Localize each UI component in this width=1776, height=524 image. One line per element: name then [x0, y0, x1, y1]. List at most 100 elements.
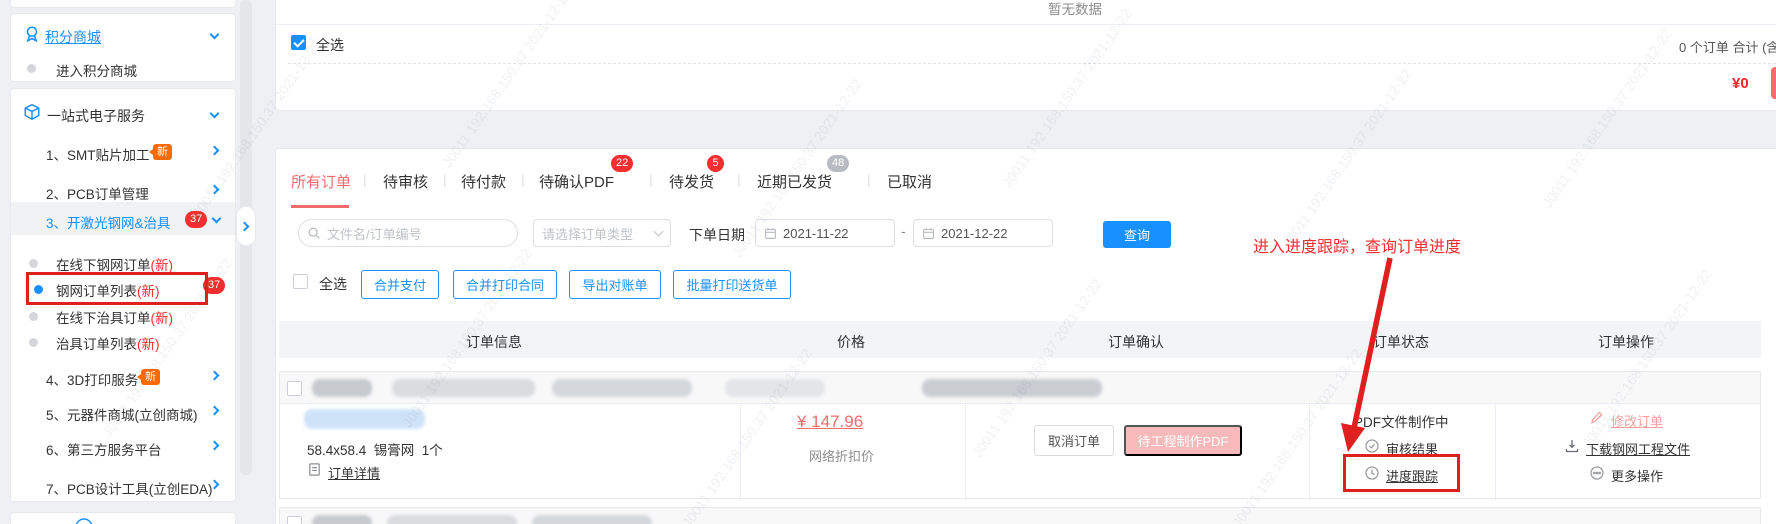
order-row-partial: [279, 507, 1761, 524]
new-badge: 新: [153, 144, 172, 160]
download-icon: [1564, 438, 1580, 454]
more-actions-link[interactable]: 更多操作: [1611, 466, 1663, 485]
box-icon: [23, 103, 41, 121]
sidebar-points-mall-title[interactable]: 积分商城: [45, 27, 101, 47]
annotation-red-box-progress: [1343, 454, 1460, 492]
redacted-order-info: [392, 379, 535, 397]
sidebar-item-enter-points-mall[interactable]: 进入积分商城: [56, 60, 137, 80]
date-filter-label: 下单日期: [689, 225, 745, 245]
bulk-select-all-checkbox[interactable]: [293, 274, 308, 289]
sidebar-item-3d-print[interactable]: 4、3D打印服务: [46, 369, 138, 389]
sidebar-services-title[interactable]: 一站式电子服务: [47, 106, 145, 126]
export-statement-button[interactable]: 导出对账单: [569, 270, 661, 299]
order-type-select[interactable]: 请选择订单类型: [533, 219, 671, 247]
tab-recently-shipped[interactable]: 近期已发货: [757, 171, 832, 192]
sidebar-item-third-party[interactable]: 6、第三方服务平台: [46, 439, 162, 459]
tab-all-orders[interactable]: 所有订单: [291, 171, 351, 192]
bullet-dot-icon: [29, 312, 38, 321]
divider-line: [276, 24, 1776, 25]
more-actions-icon: [1589, 465, 1605, 481]
sidebar-expander[interactable]: [236, 206, 256, 246]
search-placeholder: 文件名/订单编号: [327, 224, 422, 243]
redacted-order-info: [387, 515, 517, 524]
circle-check-icon: [1364, 438, 1380, 454]
redacted-order-info: [922, 379, 1102, 397]
sidebar-subitem-new-stencil-order[interactable]: 在线下钢网订单(新): [56, 254, 173, 274]
date-to-input[interactable]: 2021-12-22: [913, 219, 1053, 247]
chevron-right-icon[interactable]: [210, 185, 220, 195]
annotation-text: 进入进度跟踪，查询订单进度: [1253, 233, 1461, 257]
search-input[interactable]: 文件名/订单编号: [298, 219, 518, 247]
column-divider: [1495, 404, 1496, 500]
query-button[interactable]: 查询: [1103, 221, 1171, 248]
tab-cancelled[interactable]: 已取消: [887, 171, 932, 192]
tab-separator: |: [649, 171, 653, 187]
order-detail-link[interactable]: 订单详情: [328, 463, 380, 482]
bulk-select-all-label: 全选: [319, 274, 347, 294]
redacted-order-info: [552, 379, 692, 397]
count-badge: 37: [185, 211, 207, 228]
price-note: 网络折扣价: [809, 446, 874, 465]
order-checkbox[interactable]: [287, 516, 302, 524]
chevron-down-icon[interactable]: [210, 30, 220, 40]
pay-button-sliver[interactable]: [1771, 67, 1776, 99]
chevron-right-icon[interactable]: [210, 146, 220, 156]
column-divider: [965, 404, 966, 500]
chevron-right-icon[interactable]: [210, 406, 220, 416]
sidebar-item-eda-tool[interactable]: 7、PCB设计工具(立创EDA): [46, 478, 213, 498]
sidebar-item-pcb-orders[interactable]: 2、PCB订单管理: [46, 183, 149, 203]
select-all-checkbox[interactable]: [291, 35, 306, 50]
active-tab-underline: [291, 205, 349, 208]
tab-separator: |: [363, 171, 367, 187]
chevron-right-icon[interactable]: [210, 441, 220, 451]
search-icon: [307, 226, 321, 240]
tab-pending-pdf[interactable]: 待确认PDF: [539, 171, 614, 192]
download-stencil-file-link[interactable]: 下载钢网工程文件: [1586, 439, 1690, 458]
merge-pay-button[interactable]: 合并支付: [361, 270, 439, 299]
service-circle-icon: [74, 517, 94, 524]
sidebar-card-bottom: [10, 512, 236, 524]
cancel-order-button[interactable]: 取消订单: [1034, 425, 1114, 456]
redacted-order-info: [725, 379, 825, 397]
order-checkbox[interactable]: [287, 381, 302, 396]
sidebar-item-smt[interactable]: 1、SMT贴片加工: [46, 144, 150, 164]
subitem-label: 治具订单列表: [56, 337, 137, 352]
modify-order-link[interactable]: 修改订单: [1611, 411, 1663, 430]
tab-separator: |: [443, 171, 447, 187]
order-management-page: { "watermark": { "text": "J0011 192.168.…: [0, 0, 1776, 524]
sidebar-item-stencil-jig[interactable]: 3、开激光钢网&治具: [46, 212, 171, 232]
chevron-down-icon[interactable]: [210, 109, 220, 119]
order-status-text: PDF文件制作中: [1354, 411, 1449, 431]
sidebar-subitem-jig-order-list[interactable]: 治具订单列表(新): [56, 333, 160, 353]
pending-pdf-button: 待工程制作PDF: [1124, 425, 1242, 456]
tab-pending-payment[interactable]: 待付款: [461, 171, 506, 192]
redacted-order-number: [312, 515, 372, 524]
date-from-input[interactable]: 2021-11-22: [755, 219, 895, 247]
merge-print-contract-button[interactable]: 合并打印合同: [453, 270, 557, 299]
date-from-value: 2021-11-22: [783, 226, 849, 241]
tab-separator: |: [521, 171, 525, 187]
order-price[interactable]: ¥ 147.96: [797, 412, 863, 432]
select-placeholder: 请选择订单类型: [542, 224, 633, 243]
tab-badge-pdf: 22: [611, 155, 633, 172]
order-row: 58.4x58.4 锡膏网 1个 订单详情 ¥ 147.96 网络折扣价 取消订…: [279, 371, 1761, 499]
column-divider: [1309, 404, 1310, 500]
new-suffix: (新): [151, 258, 174, 273]
total-amount: ¥0: [1732, 75, 1749, 92]
new-suffix: (新): [137, 337, 160, 352]
tab-pending-ship[interactable]: 待发货: [669, 171, 714, 192]
bullet-dot-icon: [29, 338, 38, 347]
order-list-panel: 所有订单 | 待审核 | 待付款 | 待确认PDF 22 | 待发货 5 | 近…: [275, 148, 1776, 524]
redacted-file-link[interactable]: [304, 409, 425, 429]
chevron-right-icon[interactable]: [210, 371, 220, 381]
batch-print-delivery-button[interactable]: 批量打印送货单: [673, 270, 791, 299]
tab-pending-review[interactable]: 待审核: [383, 171, 428, 192]
redacted-order-info: [532, 515, 652, 524]
chevron-right-icon: [240, 222, 250, 232]
column-divider: [740, 404, 741, 500]
sidebar-subitem-new-jig-order[interactable]: 在线下治具订单(新): [56, 307, 173, 327]
sidebar-card-stub: [10, 0, 236, 8]
top-order-panel: 暂无数据 全选 0 个订单 合计 (含 ¥0: [275, 0, 1776, 111]
sidebar-item-parts-mall[interactable]: 5、元器件商城(立创商城): [46, 404, 198, 424]
order-spec: 58.4x58.4 锡膏网 1个: [307, 439, 443, 459]
